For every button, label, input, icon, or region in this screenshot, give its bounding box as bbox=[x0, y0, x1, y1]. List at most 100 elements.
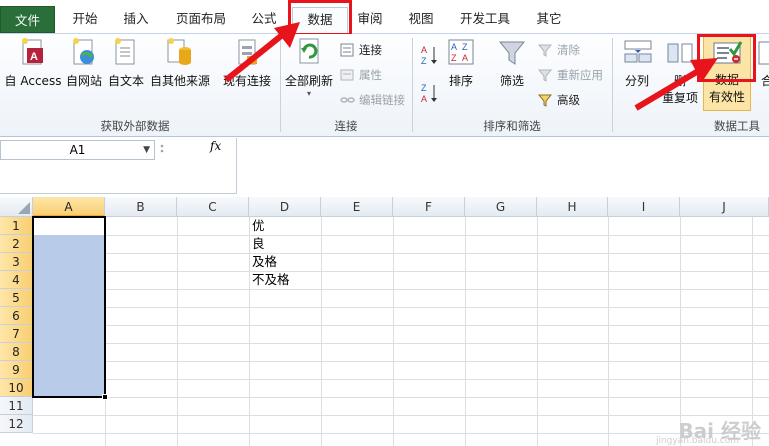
sort-asc-button[interactable]: AZ bbox=[420, 44, 440, 69]
properties-label: 属性 bbox=[359, 68, 382, 82]
cell-d4[interactable]: 不及格 bbox=[249, 271, 321, 289]
from-access-label: 自 Access bbox=[4, 74, 62, 88]
grid-line bbox=[33, 433, 769, 434]
grid-line bbox=[321, 217, 322, 446]
database-icon bbox=[166, 36, 194, 68]
tab-developer[interactable]: 开发工具 bbox=[452, 7, 518, 31]
from-access-button[interactable]: A 自 Access bbox=[4, 36, 62, 89]
reapply-button[interactable]: 重新应用 bbox=[537, 67, 603, 83]
formula-input[interactable] bbox=[236, 138, 769, 194]
formula-bar-resize-handle[interactable] bbox=[158, 142, 166, 156]
from-text-button[interactable]: 自文本 bbox=[106, 36, 146, 89]
group-label-external-data: 获取外部数据 bbox=[100, 119, 170, 133]
clear-filter-button[interactable]: 清除 bbox=[537, 42, 580, 58]
row-header-7[interactable]: 7 bbox=[0, 325, 33, 343]
col-header-b[interactable]: B bbox=[105, 197, 177, 217]
col-header-h[interactable]: H bbox=[537, 197, 608, 217]
grid-line bbox=[465, 217, 466, 446]
row-header-8[interactable]: 8 bbox=[0, 343, 33, 361]
row-header-6[interactable]: 6 bbox=[0, 307, 33, 325]
sort-desc-button[interactable]: ZA bbox=[420, 82, 440, 107]
sort-button[interactable]: AZZA 排序 bbox=[444, 36, 478, 89]
col-header-j[interactable]: J bbox=[680, 197, 769, 217]
fill-handle[interactable] bbox=[102, 394, 108, 400]
grid-line bbox=[33, 397, 769, 398]
connections-icon bbox=[340, 43, 355, 57]
cell-d3[interactable]: 及格 bbox=[249, 253, 321, 271]
filter-button[interactable]: 筛选 bbox=[494, 36, 530, 89]
from-web-label: 自网站 bbox=[65, 74, 102, 88]
row-header-1[interactable]: 1 bbox=[0, 217, 33, 235]
grid-line bbox=[393, 217, 394, 446]
tab-view[interactable]: 视图 bbox=[398, 7, 444, 31]
row-header-4[interactable]: 4 bbox=[0, 271, 33, 289]
select-all-corner[interactable] bbox=[0, 197, 33, 217]
arrow-to-data-validation-icon bbox=[634, 58, 718, 111]
row-header-12[interactable]: 12 bbox=[0, 415, 33, 433]
svg-text:A: A bbox=[462, 53, 468, 63]
grid-line bbox=[33, 325, 769, 326]
tab-review[interactable]: 审阅 bbox=[350, 7, 390, 31]
cell-d2[interactable]: 良 bbox=[249, 235, 321, 253]
name-box-dropdown-icon[interactable]: ▼ bbox=[143, 141, 150, 159]
grid-line bbox=[33, 307, 769, 308]
row-header-11[interactable]: 11 bbox=[0, 397, 33, 415]
ribbon-tab-bar: 文件 开始 插入 页面布局 公式 数据 审阅 视图 开发工具 其它 bbox=[0, 0, 769, 34]
svg-text:A: A bbox=[451, 42, 457, 52]
svg-text:Z: Z bbox=[462, 42, 468, 52]
from-web-button[interactable]: 自网站 bbox=[64, 36, 104, 89]
name-box[interactable]: A1 ▼ bbox=[0, 140, 155, 160]
ribbon-separator bbox=[612, 38, 613, 132]
col-header-g[interactable]: G bbox=[465, 197, 537, 217]
col-header-c[interactable]: C bbox=[177, 197, 249, 217]
row-header-2[interactable]: 2 bbox=[0, 235, 33, 253]
reapply-label: 重新应用 bbox=[557, 68, 603, 82]
tab-home[interactable]: 开始 bbox=[62, 7, 108, 31]
insert-function-icon[interactable]: fx bbox=[210, 139, 221, 153]
link-icon bbox=[340, 93, 355, 107]
name-box-value: A1 bbox=[69, 143, 86, 157]
svg-text:A: A bbox=[421, 94, 427, 104]
group-label-data-tools: 数据工具 bbox=[714, 119, 760, 133]
sort-label: 排序 bbox=[448, 74, 473, 88]
tab-file[interactable]: 文件 bbox=[0, 6, 55, 33]
col-header-d[interactable]: D bbox=[249, 197, 321, 217]
funnel-icon bbox=[498, 36, 526, 68]
row-header-10[interactable]: 10 bbox=[0, 379, 33, 397]
grid-line bbox=[33, 343, 769, 344]
svg-text:Z: Z bbox=[421, 83, 427, 93]
clear-filter-icon bbox=[537, 43, 553, 57]
col-header-a[interactable]: A bbox=[33, 197, 105, 217]
text-file-icon bbox=[112, 36, 140, 68]
refresh-dropdown-icon[interactable]: ▾ bbox=[284, 89, 334, 98]
grid-line bbox=[537, 217, 538, 446]
grid-line bbox=[752, 217, 753, 446]
row-header-3[interactable]: 3 bbox=[0, 253, 33, 271]
cell-d1[interactable]: 优 bbox=[249, 217, 321, 235]
ribbon-separator bbox=[412, 38, 413, 132]
svg-text:Z: Z bbox=[451, 53, 457, 63]
sort-dialog-icon: AZZA bbox=[447, 36, 475, 68]
filter-label: 筛选 bbox=[499, 74, 524, 88]
col-header-i[interactable]: I bbox=[608, 197, 680, 217]
grid-line bbox=[177, 217, 178, 446]
edit-links-button[interactable]: 编辑链接 bbox=[340, 92, 405, 108]
tab-insert[interactable]: 插入 bbox=[113, 7, 159, 31]
properties-button[interactable]: 属性 bbox=[340, 67, 382, 83]
connections-button[interactable]: 连接 bbox=[340, 42, 382, 58]
row-header-5[interactable]: 5 bbox=[0, 289, 33, 307]
from-other-sources-button[interactable]: 自其他来源 bbox=[148, 36, 212, 89]
edit-links-label: 编辑链接 bbox=[359, 93, 405, 107]
properties-icon bbox=[340, 68, 355, 82]
svg-text:Z: Z bbox=[421, 56, 427, 66]
row-header-9[interactable]: 9 bbox=[0, 361, 33, 379]
advanced-filter-button[interactable]: 高级 bbox=[537, 92, 580, 108]
selection-border bbox=[32, 216, 106, 398]
tab-other[interactable]: 其它 bbox=[526, 7, 572, 31]
col-header-e[interactable]: E bbox=[321, 197, 393, 217]
from-other-sources-label: 自其他来源 bbox=[149, 74, 210, 88]
svg-text:A: A bbox=[421, 45, 427, 55]
col-header-f[interactable]: F bbox=[393, 197, 465, 217]
grid-line bbox=[608, 217, 609, 446]
grid-line bbox=[33, 361, 769, 362]
